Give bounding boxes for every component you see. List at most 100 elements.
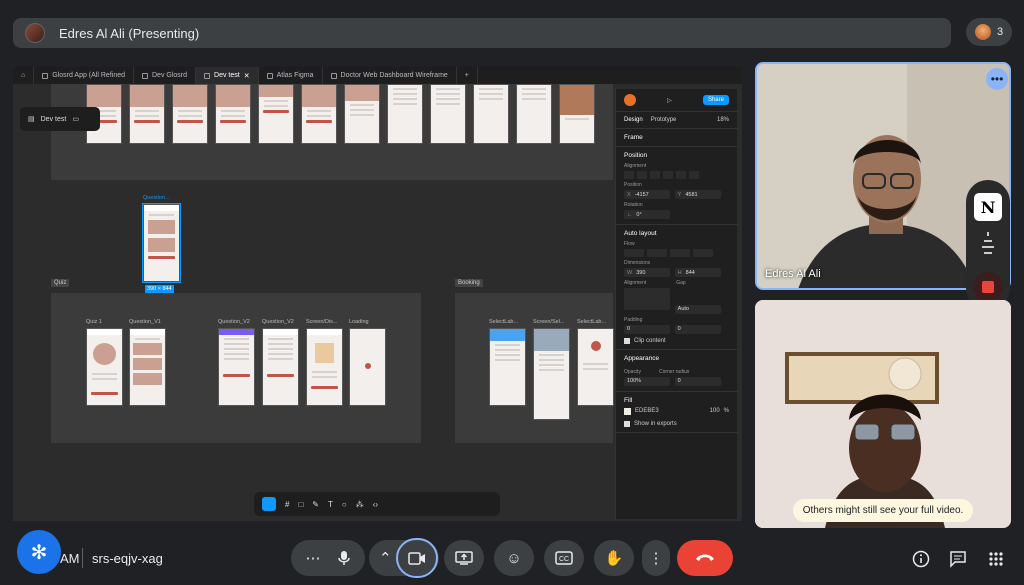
opacity-field[interactable]: 100%: [624, 376, 670, 386]
more-vert-options-icon[interactable]: ⋮: [642, 540, 670, 576]
checkbox[interactable]: [624, 337, 630, 344]
tab-label: Doctor Web Dashboard Wireframe: [340, 72, 448, 79]
rectangle-tool-icon[interactable]: □: [298, 500, 303, 509]
participant-tile-2[interactable]: [755, 300, 1011, 528]
quiz-frame-label[interactable]: Quiz: [51, 279, 70, 287]
padding-h-field[interactable]: 0: [624, 324, 670, 334]
actions-tool-icon[interactable]: ⁂: [356, 500, 364, 509]
width-field[interactable]: W 390: [624, 268, 670, 277]
participants-button[interactable]: 3: [966, 18, 1012, 46]
tab-design[interactable]: Design: [624, 117, 643, 123]
notion-icon[interactable]: N: [974, 193, 1002, 221]
clip-content-row[interactable]: Clip content: [624, 337, 729, 344]
text-tool-icon[interactable]: T: [328, 500, 333, 509]
more-vert-icon[interactable]: •••: [986, 68, 1008, 90]
info-icon[interactable]: [907, 545, 935, 573]
padding-v-field[interactable]: 0: [674, 324, 721, 334]
quiz-screen[interactable]: [218, 328, 255, 406]
hand-icon[interactable]: ✋: [594, 540, 634, 576]
move-tool-icon[interactable]: [262, 497, 276, 511]
position-label: Position: [624, 182, 642, 188]
quiz-screen[interactable]: [86, 328, 123, 406]
gap-field[interactable]: Auto: [674, 304, 721, 314]
show-in-exports-row[interactable]: Show in exports: [624, 420, 729, 427]
corner-radius-value: 0: [677, 378, 681, 384]
screen-thumb: [430, 84, 466, 144]
captions-icon[interactable]: CC: [544, 540, 584, 576]
gap-value: Auto: [677, 306, 689, 312]
record-icon[interactable]: [973, 272, 1003, 302]
sparkle-icon[interactable]: ✻: [17, 530, 61, 574]
selected-frame-label[interactable]: Question...: [143, 195, 170, 201]
alignment-buttons[interactable]: [624, 171, 729, 179]
more-options-icon[interactable]: ⋯: [306, 549, 321, 567]
quiz-screen[interactable]: [262, 328, 299, 406]
booking-screen[interactable]: [533, 328, 570, 420]
fill-opacity[interactable]: 100: [710, 408, 720, 414]
pen-tool-icon[interactable]: ✎: [312, 500, 319, 509]
fill-swatch[interactable]: [624, 407, 631, 415]
share-button[interactable]: Share: [702, 95, 729, 105]
layer-pill[interactable]: ▤ Dev test ▭: [20, 107, 100, 131]
booking-screen[interactable]: [577, 328, 614, 406]
end-call-icon[interactable]: [677, 540, 733, 576]
camera-icon[interactable]: [396, 538, 438, 578]
booking-screen[interactable]: [489, 328, 526, 406]
width-field-label: W: [627, 269, 633, 276]
fill-hex[interactable]: EDEBE3: [635, 408, 659, 414]
x-field[interactable]: X -4157: [624, 190, 670, 199]
checkbox[interactable]: [624, 420, 630, 427]
rotation-label: Rotation: [624, 202, 643, 208]
quiz-screen-label: Question_V2: [218, 319, 250, 325]
zoom-level[interactable]: 18%: [717, 117, 729, 123]
height-field[interactable]: H 844: [674, 268, 721, 277]
quiz-screen[interactable]: [129, 328, 166, 406]
tab-prototype[interactable]: Prototype: [651, 117, 677, 123]
figma-canvas[interactable]: ▤ Dev test ▭ Question... 390 × 844 Quiz …: [13, 84, 614, 521]
tab-label: Glosrd App (All Refined: [52, 72, 125, 79]
chat-icon[interactable]: [944, 545, 972, 573]
new-tab-button[interactable]: +: [457, 67, 478, 84]
tab-4[interactable]: Doctor Web Dashboard Wireframe: [323, 67, 457, 84]
emoji-icon[interactable]: ☺: [494, 540, 534, 576]
home-icon: ⌂: [21, 72, 26, 79]
alignment-label: Alignment: [624, 163, 647, 169]
flow-buttons[interactable]: [624, 249, 729, 257]
auto-layout-title: Auto layout: [624, 230, 657, 237]
y-field[interactable]: Y 4581: [674, 190, 721, 199]
audio-level-icon: [982, 232, 994, 258]
file-icon: [266, 72, 273, 79]
file-icon: [142, 72, 148, 79]
tab-3[interactable]: Atlas Figma: [259, 67, 323, 84]
selected-size-badge: 390 × 844: [145, 285, 174, 293]
y-value: 4581: [685, 191, 698, 198]
close-icon[interactable]: ✕: [244, 72, 250, 80]
tab-0[interactable]: Glosrd App (All Refined: [34, 67, 134, 84]
user-avatar[interactable]: [624, 94, 636, 106]
tab-1[interactable]: Dev Glosrd: [134, 67, 197, 84]
dev-mode-icon[interactable]: ‹›: [373, 500, 378, 509]
x-field-label: X: [627, 191, 631, 198]
height-field-label: H: [677, 269, 682, 276]
quiz-screen-label: Question_V1: [129, 319, 161, 325]
frame-type-label[interactable]: Frame: [624, 134, 643, 141]
apps-icon[interactable]: [982, 545, 1010, 573]
quiz-screen[interactable]: [306, 328, 343, 406]
presenter-avatar: [25, 23, 45, 43]
quiz-screen[interactable]: [349, 328, 386, 406]
sidebar-toggle-icon[interactable]: ▭: [72, 115, 79, 123]
booking-frame-label[interactable]: Booking: [455, 279, 483, 287]
selected-frame[interactable]: [142, 203, 181, 283]
comment-tool-icon[interactable]: ○: [342, 500, 347, 509]
corner-radius-field[interactable]: 0: [674, 376, 721, 386]
mic-icon[interactable]: [337, 550, 351, 566]
file-icon: [204, 72, 211, 79]
alignment-grid[interactable]: [624, 288, 670, 310]
tab-2[interactable]: Dev test ✕: [196, 67, 259, 84]
present-icon[interactable]: [444, 540, 484, 576]
chevron-up-icon[interactable]: ⌃: [379, 549, 392, 567]
play-icon[interactable]: ▷: [667, 97, 672, 104]
frame-tool-icon[interactable]: #: [285, 500, 289, 509]
rotation-field[interactable]: ∟ 0°: [624, 210, 670, 219]
home-tab[interactable]: ⌂: [13, 67, 35, 84]
